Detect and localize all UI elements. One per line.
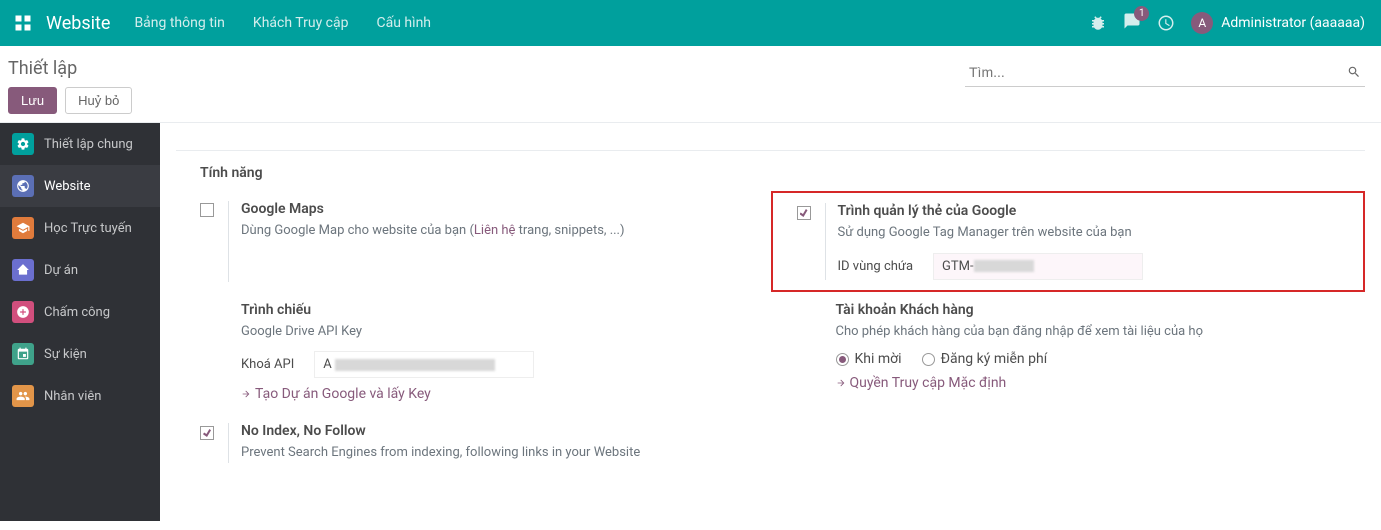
user-name: Administrator (aaaaaa) <box>1221 15 1365 31</box>
feature-title: Google Maps <box>241 201 747 217</box>
radio-free-signup[interactable]: Đăng ký miễn phí <box>922 351 1048 367</box>
breadcrumb: Thiết lập <box>8 58 132 79</box>
sidebar-icon <box>12 217 34 239</box>
sidebar-icon <box>12 259 34 281</box>
sidebar-item-5[interactable]: Sự kiện <box>0 333 160 375</box>
apps-icon[interactable] <box>8 8 38 38</box>
gtm-container-id-input[interactable]: GTM- <box>933 253 1143 280</box>
feature-title: Trình quản lý thẻ của Google <box>838 203 1340 219</box>
feature-slideshow: Trình chiếu Google Drive API Key Khoá AP… <box>176 292 771 414</box>
discard-button[interactable]: Huỷ bỏ <box>65 87 132 114</box>
nav-visitors[interactable]: Khách Truy cập <box>253 15 349 31</box>
sidebar-item-4[interactable]: Chấm công <box>0 291 160 333</box>
user-menu[interactable]: A Administrator (aaaaaa) <box>1191 12 1365 34</box>
feature-desc: Prevent Search Engines from indexing, fo… <box>241 443 747 463</box>
default-access-link[interactable]: Quyền Truy cập Mặc định <box>836 375 1007 391</box>
checkbox-noindex[interactable] <box>200 426 214 440</box>
sidebar-icon <box>12 133 34 155</box>
sidebar-item-3[interactable]: Dự án <box>0 249 160 291</box>
sidebar-item-label: Website <box>44 179 91 194</box>
feature-google-maps: Google Maps Dùng Google Map cho website … <box>176 191 771 292</box>
sidebar-item-6[interactable]: Nhân viên <box>0 375 160 417</box>
bug-icon[interactable] <box>1089 14 1107 32</box>
brand[interactable]: Website <box>46 13 110 34</box>
nav-dashboard[interactable]: Bảng thông tin <box>134 15 224 31</box>
field-label: ID vùng chứa <box>838 259 914 274</box>
sidebar-item-label: Sự kiện <box>44 347 87 362</box>
create-project-link[interactable]: Tạo Dự án Google và lấy Key <box>241 386 431 402</box>
feature-desc: Google Drive API Key <box>241 322 747 342</box>
radio-on-invite[interactable]: Khi mời <box>836 351 902 367</box>
search-icon[interactable] <box>1347 65 1361 79</box>
feature-desc: Dùng Google Map cho website của bạn (Liê… <box>241 221 747 241</box>
clock-icon[interactable] <box>1157 14 1175 32</box>
field-label: Khoá API <box>241 357 294 372</box>
checkbox-gmaps[interactable] <box>200 203 214 217</box>
sidebar-icon <box>12 385 34 407</box>
avatar: A <box>1191 12 1213 34</box>
sidebar-icon <box>12 301 34 323</box>
sidebar-item-0[interactable]: Thiết lập chung <box>0 123 160 165</box>
api-key-input[interactable]: A <box>314 351 534 378</box>
sidebar-icon <box>12 343 34 365</box>
messages-icon[interactable]: 1 <box>1123 12 1141 34</box>
feature-gtm: Trình quản lý thẻ của Google Sử dụng Goo… <box>771 191 1366 292</box>
search-input[interactable] <box>965 58 1365 86</box>
sidebar-item-2[interactable]: Học Trực tuyến <box>0 207 160 249</box>
feature-title: Trình chiếu <box>241 302 747 318</box>
feature-desc: Sử dụng Google Tag Manager trên website … <box>838 223 1340 243</box>
checkbox-gtm[interactable] <box>797 206 811 220</box>
feature-title: No Index, No Follow <box>241 423 747 439</box>
sidebar-icon <box>12 175 34 197</box>
section-title: Tính năng <box>176 151 1365 191</box>
sidebar-item-label: Chấm công <box>44 305 110 320</box>
messages-badge: 1 <box>1134 6 1149 21</box>
sidebar-item-label: Thiết lập chung <box>44 137 133 152</box>
feature-title: Tài khoản Khách hàng <box>836 302 1342 318</box>
nav-config[interactable]: Cấu hình <box>376 15 431 31</box>
sidebar-item-label: Dự án <box>44 263 78 278</box>
save-button[interactable]: Lưu <box>8 87 57 114</box>
sidebar-item-label: Học Trực tuyến <box>44 221 132 236</box>
feature-customer-account: Tài khoản Khách hàng Cho phép khách hàng… <box>771 292 1366 414</box>
feature-noindex: No Index, No Follow Prevent Search Engin… <box>176 413 771 473</box>
contact-link[interactable]: Liên hệ <box>474 223 516 238</box>
sidebar-item-label: Nhân viên <box>44 389 101 404</box>
feature-desc: Cho phép khách hàng của bạn đăng nhập để… <box>836 322 1342 342</box>
sidebar-item-1[interactable]: Website <box>0 165 160 207</box>
